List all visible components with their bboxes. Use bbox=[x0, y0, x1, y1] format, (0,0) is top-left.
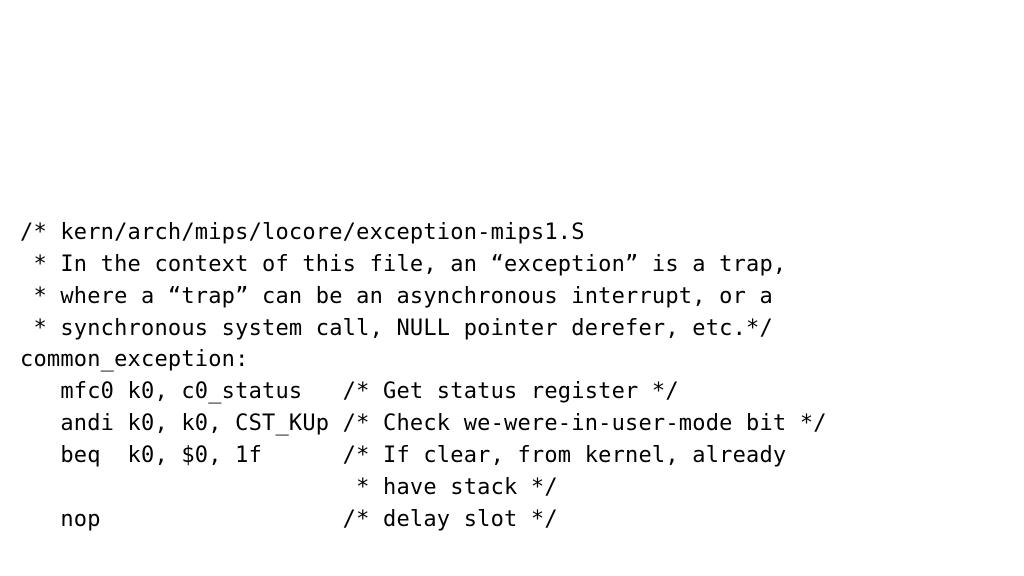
code-line: beq k0, $0, 1f /* If clear, from kernel,… bbox=[20, 443, 786, 468]
code-line: common_exception: bbox=[20, 347, 249, 372]
code-line: andi k0, k0, CST_KUp /* Check we-were-in… bbox=[20, 411, 827, 436]
code-line: * synchronous system call, NULL pointer … bbox=[20, 316, 773, 341]
code-block: /* kern/arch/mips/locore/exception-mips1… bbox=[0, 0, 1024, 536]
code-line: * have stack */ bbox=[20, 475, 558, 500]
code-line: /* kern/arch/mips/locore/exception-mips1… bbox=[20, 220, 585, 245]
code-line: * In the context of this file, an “excep… bbox=[20, 252, 786, 277]
code-line: nop /* delay slot */ bbox=[20, 507, 558, 532]
code-line: * where a “trap” can be an asynchronous … bbox=[20, 284, 773, 309]
code-line: mfc0 k0, c0_status /* Get status registe… bbox=[20, 379, 679, 404]
